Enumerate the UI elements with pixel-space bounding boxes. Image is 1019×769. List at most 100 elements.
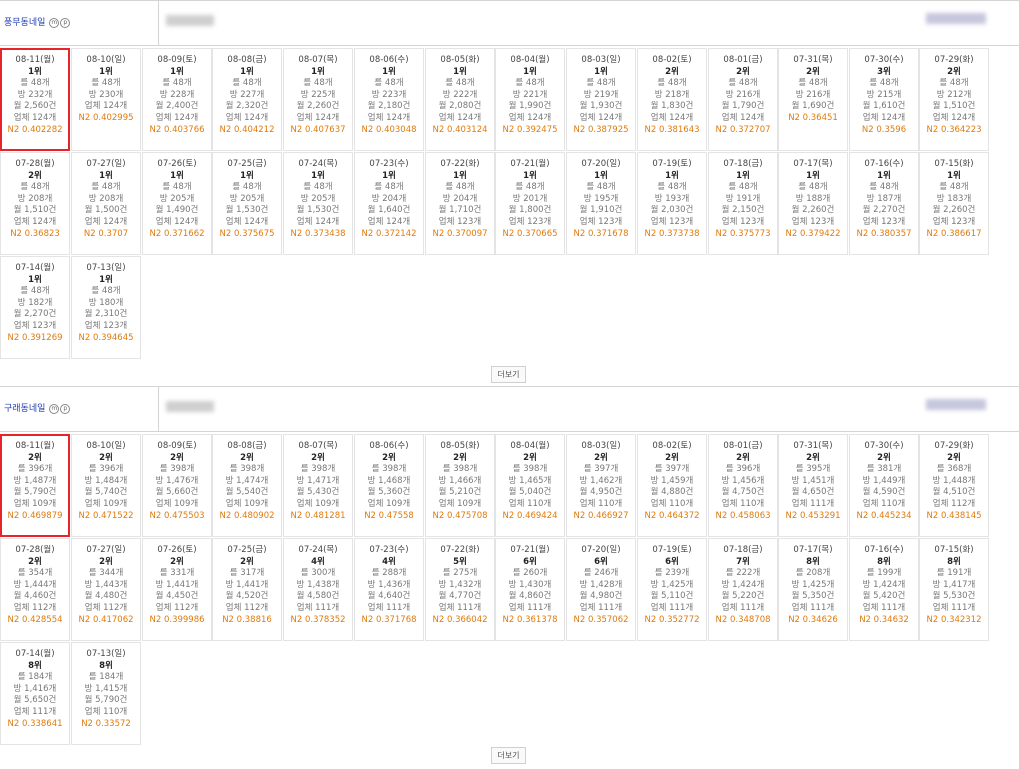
card-stat: 방 1,459개 — [650, 475, 694, 486]
card-rank: 1위 — [311, 66, 325, 77]
card-stat: 업체 109개 — [84, 498, 128, 509]
date-card: 08-04(월) 2위 를 398개 방 1,465개 월 5,040건 업체 110개 N… — [495, 434, 565, 537]
card-stat: 방 183개 — [936, 193, 972, 204]
card-n2: N2 0.464372 — [644, 510, 700, 521]
section-title[interactable]: 구래동네일 mp — [4, 387, 71, 431]
card-rank: 4위 — [382, 556, 396, 567]
keyword-label[interactable]: 구래동네일 — [4, 404, 45, 414]
card-stat: 를 48개 — [374, 182, 404, 193]
card-stat: 업체 123개 — [862, 216, 906, 227]
card-stat: 월 5,790건 — [13, 487, 57, 498]
card-stat: 업체 124개 — [225, 112, 269, 123]
card-date: 08-09(토) — [157, 441, 197, 451]
date-card: 08-07(목) 1위 를 48개 방 225개 월 2,260건 업체 124개 N2 0… — [283, 48, 353, 151]
card-n2: N2 0.379422 — [785, 228, 841, 239]
card-date: 07-23(수) — [369, 545, 409, 555]
card-stat: 를 48개 — [939, 182, 969, 193]
card-stat: 월 2,270건 — [13, 309, 57, 320]
card-rank: 1위 — [99, 66, 113, 77]
card-stat: 업체 124개 — [579, 112, 623, 123]
card-n2: N2 0.453291 — [785, 510, 841, 521]
date-card: 08-03(일) 1위 를 48개 방 219개 월 1,930건 업체 124개 N2 0… — [566, 48, 636, 151]
card-rank: 1위 — [806, 170, 820, 181]
date-card: 07-20(일) 6위 를 246개 방 1,428개 월 4,980건 업체 111개 N… — [566, 538, 636, 641]
card-n2: N2 0.371768 — [361, 614, 417, 625]
card-stat: 방 1,416개 — [13, 683, 57, 694]
card-stat: 를 395개 — [795, 464, 831, 475]
card-date: 07-24(목) — [298, 545, 338, 555]
card-stat: 를 48개 — [91, 286, 121, 297]
card-date: 08-08(금) — [227, 55, 267, 65]
keyword-section-2: 구래동네일 mp 08-11(월) 2위 를 396개 방 1,487개 월 5,790… — [0, 386, 1019, 769]
card-stat: 월 5,360건 — [367, 487, 411, 498]
date-card: 07-19(토) 1위 를 48개 방 193개 월 2,030건 업체 123개 N2 0… — [637, 152, 707, 255]
card-date: 07-14(월) — [15, 649, 55, 659]
more-button[interactable]: 더보기 — [491, 747, 526, 764]
card-n2: N2 0.402995 — [78, 112, 134, 123]
card-rank: 6위 — [665, 556, 679, 567]
card-stat: 업체 124개 — [296, 216, 340, 227]
card-date: 07-18(금) — [723, 545, 763, 555]
card-stat: 월 1,710건 — [438, 205, 482, 216]
card-date: 07-31(목) — [793, 55, 833, 65]
card-stat: 방 1,466개 — [438, 475, 482, 486]
card-stat: 업체 110개 — [650, 498, 694, 509]
divider — [158, 1, 159, 45]
card-rank: 2위 — [665, 452, 679, 463]
card-stat: 업체 110개 — [579, 498, 623, 509]
card-rank: 2위 — [806, 66, 820, 77]
card-stat: 방 1,476개 — [155, 475, 199, 486]
card-stat: 월 2,320건 — [225, 101, 269, 112]
card-stat: 월 2,180건 — [367, 101, 411, 112]
card-n2: N2 0.342312 — [926, 614, 982, 625]
card-rank: 2위 — [170, 452, 184, 463]
card-stat: 를 48개 — [162, 78, 192, 89]
card-stat: 를 48개 — [445, 78, 475, 89]
card-date: 07-27(일) — [86, 159, 126, 169]
card-stat: 월 5,420건 — [862, 591, 906, 602]
date-card: 07-19(토) 6위 를 239개 방 1,425개 월 5,110건 업체 111개 N… — [637, 538, 707, 641]
card-stat: 방 208개 — [88, 193, 124, 204]
card-stat: 월 2,080건 — [438, 101, 482, 112]
card-stat: 방 1,424개 — [862, 579, 906, 590]
card-stat: 업체 123개 — [84, 320, 128, 331]
keyword-label[interactable]: 풍무동네일 — [4, 18, 45, 28]
card-stat: 를 398개 — [159, 464, 195, 475]
card-stat: 를 368개 — [936, 464, 972, 475]
card-stat: 를 184개 — [17, 672, 53, 683]
card-stat: 를 275개 — [442, 568, 478, 579]
card-stat: 를 48개 — [515, 78, 545, 89]
card-stat: 를 354개 — [17, 568, 53, 579]
card-stat: 를 398개 — [371, 464, 407, 475]
mobile-badge-icon: m — [49, 17, 60, 28]
card-rank: 1위 — [99, 274, 113, 285]
section-title[interactable]: 풍무동네일 mp — [4, 1, 71, 45]
card-stat: 를 288개 — [371, 568, 407, 579]
card-stat: 를 317개 — [229, 568, 265, 579]
card-rank: 1위 — [736, 170, 750, 181]
card-stat: 를 396개 — [725, 464, 761, 475]
card-stat: 를 48개 — [303, 78, 333, 89]
card-stat: 월 1,490건 — [155, 205, 199, 216]
card-stat: 를 48개 — [939, 78, 969, 89]
card-date: 08-11(월) — [15, 55, 55, 65]
date-card: 08-01(금) 2위 를 48개 방 216개 월 1,790건 업체 124개 N2 0… — [708, 48, 778, 151]
card-stat: 월 2,150건 — [721, 205, 765, 216]
card-n2: N2 0.33572 — [81, 718, 131, 729]
card-stat: 방 1,456개 — [721, 475, 765, 486]
date-card: 08-08(금) 2위 를 398개 방 1,474개 월 5,540건 업체 109개 N… — [212, 434, 282, 537]
card-stat: 업체 124개 — [932, 112, 976, 123]
date-card: 07-21(월) 1위 를 48개 방 201개 월 1,800건 업체 123개 N2 0… — [495, 152, 565, 255]
card-stat: 월 5,040건 — [508, 487, 552, 498]
card-date: 08-02(토) — [652, 441, 692, 451]
card-n2: N2 0.480902 — [219, 510, 275, 521]
card-rank: 2위 — [240, 452, 254, 463]
card-stat: 방 215개 — [866, 89, 902, 100]
card-rank: 2위 — [947, 452, 961, 463]
date-card: 07-14(월) 8위 를 184개 방 1,416개 월 5,650건 업체 111개 N… — [0, 642, 70, 745]
card-rank: 1위 — [453, 170, 467, 181]
card-stat: 업체 110개 — [508, 498, 552, 509]
date-card: 07-26(토) 1위 를 48개 방 205개 월 1,490건 업체 124개 N2 0… — [142, 152, 212, 255]
date-card: 07-23(수) 4위 를 288개 방 1,436개 월 4,640건 업체 111개 N… — [354, 538, 424, 641]
more-button[interactable]: 더보기 — [491, 366, 526, 383]
